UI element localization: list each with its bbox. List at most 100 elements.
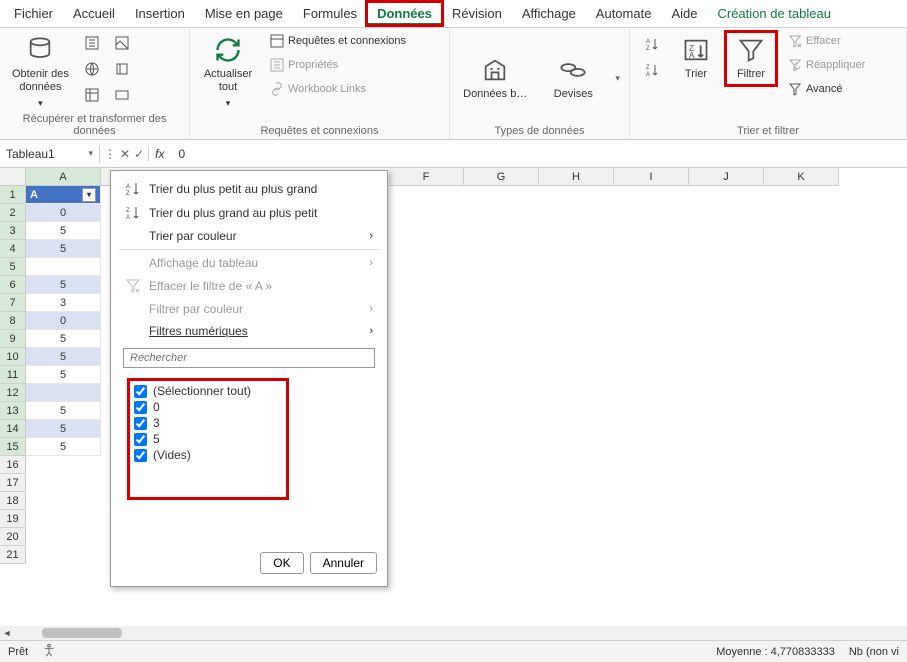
row-header-20[interactable]: 20	[0, 528, 26, 546]
tab-automate[interactable]: Automate	[586, 2, 662, 25]
formula-value[interactable]: 0	[170, 147, 185, 161]
from-text-button[interactable]	[81, 32, 103, 54]
get-data-button[interactable]: Obtenir des données ▾	[8, 32, 73, 113]
sort-desc-button[interactable]: ZA	[638, 58, 666, 82]
tab-affichage[interactable]: Affichage	[512, 2, 586, 25]
col-header-A[interactable]: A	[26, 168, 101, 186]
sort-desc-menuitem[interactable]: ZA Trier du plus grand au plus petit	[111, 201, 387, 225]
checkbox-3[interactable]	[134, 417, 147, 430]
from-table-button[interactable]	[81, 84, 103, 106]
filter-button[interactable]: Filtrer	[726, 32, 776, 85]
row-header-19[interactable]: 19	[0, 510, 26, 528]
check-select-all[interactable]: (Sélectionner tout)	[134, 383, 282, 399]
row-header-18[interactable]: 18	[0, 492, 26, 510]
cell-A8[interactable]: 0	[26, 312, 101, 330]
cancel-button[interactable]: Annuler	[310, 552, 377, 574]
tab-mise-en-page[interactable]: Mise en page	[195, 2, 293, 25]
checkbox-vides[interactable]	[134, 449, 147, 462]
cell-A12[interactable]	[26, 384, 101, 402]
name-box[interactable]: Tableau1 ▾	[0, 145, 100, 163]
tab-accueil[interactable]: Accueil	[63, 2, 125, 25]
row-header-15[interactable]: 15	[0, 438, 26, 456]
tab-creation-tableau[interactable]: Création de tableau	[707, 2, 840, 25]
tab-formules[interactable]: Formules	[293, 2, 367, 25]
from-picture-button[interactable]	[111, 32, 133, 54]
tab-revision[interactable]: Révision	[442, 2, 512, 25]
more-icon[interactable]: ⋮	[104, 147, 116, 161]
cell-A11[interactable]: 5	[26, 366, 101, 384]
check-5[interactable]: 5	[134, 431, 282, 447]
tab-donnees[interactable]: Données	[367, 2, 442, 25]
row-header-16[interactable]: 16	[0, 456, 26, 474]
fx-icon[interactable]: fx	[149, 147, 170, 161]
cell-A10[interactable]: 5	[26, 348, 101, 366]
stocks-datatype-button[interactable]: Données b…	[459, 52, 531, 105]
sort-asc-menuitem[interactable]: AZ Trier du plus petit au plus grand	[111, 177, 387, 201]
row-header-14[interactable]: 14	[0, 420, 26, 438]
cell-A5[interactable]	[26, 258, 101, 276]
from-web-button[interactable]	[81, 58, 103, 80]
table-header-A[interactable]: A ▾	[26, 186, 101, 204]
col-header-G[interactable]: G	[464, 168, 539, 186]
row-header-10[interactable]: 10	[0, 348, 26, 366]
sort-button[interactable]: ZA Trier	[674, 32, 718, 85]
refresh-all-button[interactable]: Actualiser tout ▾	[198, 32, 258, 113]
workbook-links-button[interactable]: Workbook Links	[266, 80, 410, 98]
advanced-filter-button[interactable]: Avancé	[784, 80, 869, 98]
cell-A15[interactable]: 5	[26, 438, 101, 456]
row-header-9[interactable]: 9	[0, 330, 26, 348]
col-header-J[interactable]: J	[689, 168, 764, 186]
datatype-more-button[interactable]: ▾	[615, 73, 620, 84]
cell-A7[interactable]: 3	[26, 294, 101, 312]
sort-by-color-menuitem[interactable]: Trier par couleur ›	[111, 225, 387, 247]
check-0[interactable]: 0	[134, 399, 282, 415]
number-filters-menuitem[interactable]: Filtres numériques ›	[111, 320, 387, 342]
row-header-4[interactable]: 4	[0, 240, 26, 258]
tab-aide[interactable]: Aide	[661, 2, 707, 25]
checkbox-0[interactable]	[134, 401, 147, 414]
filter-dropdown-button[interactable]: ▾	[82, 188, 96, 202]
row-header-5[interactable]: 5	[0, 258, 26, 276]
row-header-3[interactable]: 3	[0, 222, 26, 240]
cell-A14[interactable]: 5	[26, 420, 101, 438]
row-header-17[interactable]: 17	[0, 474, 26, 492]
cancel-formula-icon[interactable]: ✕	[120, 147, 130, 161]
checkbox-5[interactable]	[134, 433, 147, 446]
currencies-datatype-button[interactable]: Devises	[543, 52, 603, 105]
queries-connections-button[interactable]: Requêtes et connexions	[266, 32, 410, 50]
tab-fichier[interactable]: Fichier	[4, 2, 63, 25]
row-header-6[interactable]: 6	[0, 276, 26, 294]
col-header-F[interactable]: F	[389, 168, 464, 186]
cell-A4[interactable]: 5	[26, 240, 101, 258]
check-vides[interactable]: (Vides)	[134, 447, 282, 463]
cell-A6[interactable]: 5	[26, 276, 101, 294]
cell-A2[interactable]: 0	[26, 204, 101, 222]
cell-A13[interactable]: 5	[26, 402, 101, 420]
horizontal-scrollbar[interactable]: ◄	[0, 626, 907, 640]
scroll-thumb[interactable]	[42, 628, 122, 638]
reapply-filter-button[interactable]: Réappliquer	[784, 56, 869, 74]
filter-search-input[interactable]	[123, 348, 375, 368]
cell-A9[interactable]: 5	[26, 330, 101, 348]
clear-filter-button[interactable]: Effacer	[784, 32, 869, 50]
accessibility-icon[interactable]	[42, 643, 56, 660]
col-header-I[interactable]: I	[614, 168, 689, 186]
row-header-11[interactable]: 11	[0, 366, 26, 384]
accept-formula-icon[interactable]: ✓	[134, 147, 144, 161]
col-header-K[interactable]: K	[764, 168, 839, 186]
row-header-21[interactable]: 21	[0, 546, 26, 564]
checkbox-select-all[interactable]	[134, 385, 147, 398]
tab-insertion[interactable]: Insertion	[125, 2, 195, 25]
sort-asc-button[interactable]: AZ	[638, 32, 666, 56]
row-header-1[interactable]: 1	[0, 186, 26, 204]
recent-sources-button[interactable]	[111, 58, 133, 80]
row-header-8[interactable]: 8	[0, 312, 26, 330]
cell-A3[interactable]: 5	[26, 222, 101, 240]
row-header-2[interactable]: 2	[0, 204, 26, 222]
existing-conn-button[interactable]	[111, 84, 133, 106]
col-header-H[interactable]: H	[539, 168, 614, 186]
ok-button[interactable]: OK	[260, 552, 303, 574]
scroll-left-icon[interactable]: ◄	[0, 626, 14, 640]
properties-button[interactable]: Propriétés	[266, 56, 410, 74]
row-header-7[interactable]: 7	[0, 294, 26, 312]
